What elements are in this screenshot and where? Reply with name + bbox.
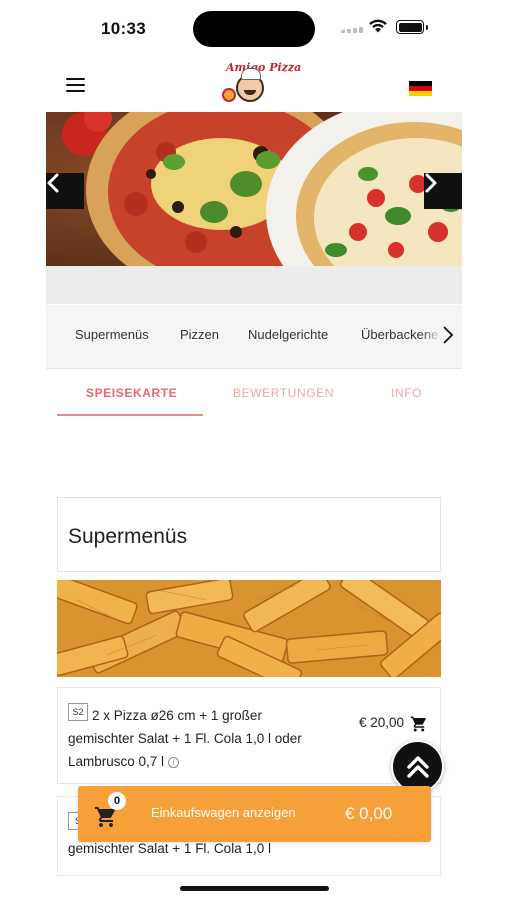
category-nudelgerichte[interactable]: Nudelgerichte — [248, 327, 328, 342]
category-supermenus[interactable]: Supermenüs — [75, 327, 149, 342]
logo-text: Amigo Pizza — [226, 61, 302, 74]
home-indicator — [180, 886, 329, 891]
item-description: 2 x Pizza ø26 cm + 1 großer gemischter S… — [68, 708, 302, 769]
cart-total: € 0,00 — [345, 804, 393, 823]
hero-pizza-image — [46, 112, 462, 266]
hero-carousel — [46, 112, 462, 266]
screen: 10:33 Amigo Pizza Supermenüs Pizzen Nude… — [0, 0, 507, 900]
tab-bar: SPEISEKARTE BEWERTUNGEN INFO — [46, 370, 462, 420]
app-header: Amigo Pizza — [46, 58, 462, 110]
add-to-cart-icon[interactable] — [410, 715, 428, 733]
chevron-right-icon — [425, 173, 437, 193]
chevron-right-icon — [443, 326, 454, 344]
category-nav: Supermenüs Pizzen Nudelgerichte Überback… — [46, 305, 462, 369]
category-scroll-right-button[interactable] — [440, 323, 456, 347]
view-cart-bar[interactable]: 0 Einkaufswagen anzeigen € 0,00 — [78, 786, 431, 842]
tab-bewertungen[interactable]: BEWERTUNGEN — [233, 386, 334, 400]
section-title: Supermenüs — [68, 525, 188, 548]
carousel-prev-button[interactable] — [46, 173, 84, 209]
status-bar: 10:33 — [0, 0, 507, 58]
category-fade — [420, 305, 442, 368]
menu-item[interactable]: S2 2 x Pizza ø26 cm + 1 großer gemischte… — [57, 687, 441, 784]
section-image-penne — [57, 580, 441, 677]
amigo-pizza-logo[interactable]: Amigo Pizza — [222, 58, 301, 108]
category-pizzen[interactable]: Pizzen — [180, 327, 219, 342]
germany-flag-icon[interactable] — [409, 81, 432, 96]
menu-hamburger-icon[interactable] — [66, 78, 85, 93]
dynamic-island — [193, 11, 315, 47]
item-price: € 20,00 — [359, 715, 405, 730]
wifi-icon — [369, 19, 387, 33]
cellular-signal-icon — [341, 25, 365, 33]
cart-count-badge: 0 — [108, 792, 126, 810]
chef-mascot-icon — [236, 68, 264, 102]
info-icon[interactable]: i — [167, 757, 179, 768]
battery-icon — [396, 20, 428, 34]
logo-pizza-icon — [222, 88, 236, 102]
tab-info[interactable]: INFO — [391, 386, 422, 400]
cart-label: Einkaufswagen anzeigen — [151, 805, 296, 820]
carousel-next-button[interactable] — [424, 173, 462, 209]
active-tab-indicator — [57, 414, 203, 416]
tab-speisekarte[interactable]: SPEISEKARTE — [86, 386, 177, 400]
penne-pasta-image — [57, 580, 441, 677]
banner-placeholder — [46, 266, 462, 304]
chevron-left-icon — [47, 173, 59, 193]
section-header: Supermenüs — [57, 497, 441, 572]
double-chevron-up-icon — [406, 755, 429, 778]
status-time: 10:33 — [101, 19, 146, 38]
